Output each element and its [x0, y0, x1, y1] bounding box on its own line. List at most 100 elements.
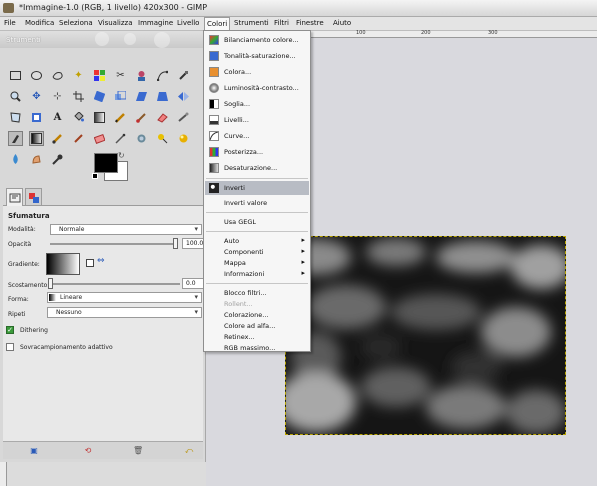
- dodge-burn-icon[interactable]: [155, 131, 170, 146]
- menu-modifica[interactable]: Modifica: [25, 19, 54, 27]
- vertical-ruler[interactable]: [0, 460, 7, 486]
- repeat-label: Ripeti: [8, 311, 26, 318]
- offset-slider-handle[interactable]: [48, 278, 53, 289]
- water-drop-icon[interactable]: [8, 152, 23, 167]
- color-balance-icon: [209, 35, 219, 45]
- eraser-icon[interactable]: [155, 110, 170, 125]
- window-titlebar: *Immagine-1.0 (RGB, 1 livello) 420x300 -…: [0, 0, 597, 17]
- perspective-clone-icon[interactable]: [92, 131, 107, 146]
- posterize-icon: [209, 147, 219, 157]
- menu-seleziona[interactable]: Seleziona: [59, 19, 93, 27]
- reset-colors-icon[interactable]: [92, 173, 98, 179]
- swap-colors-icon[interactable]: ↻: [118, 151, 125, 160]
- gradient-icon[interactable]: [92, 110, 107, 125]
- menu-item-posterize[interactable]: Posterizza...: [205, 145, 309, 159]
- menu-item-brightness-contrast[interactable]: Luminosità-contrasto...: [205, 81, 309, 95]
- mode-select[interactable]: Normale: [50, 224, 202, 235]
- menu-filtri[interactable]: Filtri: [274, 19, 289, 27]
- repeat-select[interactable]: Nessuno: [47, 307, 202, 318]
- menu-item-colorize[interactable]: Colora...: [205, 65, 309, 79]
- dock-tabs: [3, 186, 203, 206]
- menu-visualizza[interactable]: Visualizza: [98, 19, 132, 27]
- gradient-reverse-checkbox[interactable]: [86, 259, 94, 267]
- menu-immagine[interactable]: Immagine: [138, 19, 173, 27]
- clone-icon[interactable]: [50, 131, 65, 146]
- menu-item-curves[interactable]: Curve...: [205, 129, 309, 143]
- menu-livello[interactable]: Livello: [177, 19, 199, 27]
- menu-finestre[interactable]: Finestre: [296, 19, 324, 27]
- supersampling-checkbox[interactable]: [6, 343, 14, 351]
- zoom-icon[interactable]: [8, 89, 23, 104]
- airbrush-icon[interactable]: [176, 110, 191, 125]
- unified-transform-icon[interactable]: [29, 110, 44, 125]
- fuzzy-select-icon[interactable]: ✦: [71, 68, 86, 83]
- offset-value-field[interactable]: 0.0: [182, 278, 204, 289]
- flip-icon[interactable]: [176, 89, 191, 104]
- menu-strumenti[interactable]: Strumenti: [234, 19, 269, 27]
- save-options-icon[interactable]: ▣: [29, 446, 39, 456]
- plasma-clouds-image: [286, 237, 565, 434]
- perspective-icon[interactable]: [155, 89, 170, 104]
- shear-icon[interactable]: [134, 89, 149, 104]
- offset-slider-track[interactable]: [50, 283, 180, 285]
- delete-options-icon[interactable]: 🗑: [133, 446, 143, 456]
- scale-icon[interactable]: [113, 89, 128, 104]
- tab-device-status[interactable]: [25, 188, 42, 205]
- pencil-icon[interactable]: [113, 110, 128, 125]
- text-icon[interactable]: A: [50, 110, 65, 125]
- menu-aiuto[interactable]: Aiuto: [333, 19, 351, 27]
- rotate-icon[interactable]: [92, 89, 107, 104]
- move-icon[interactable]: ✥: [29, 89, 44, 104]
- tab-tool-options[interactable]: [6, 188, 23, 206]
- reset-options-icon[interactable]: ⤺: [184, 446, 194, 456]
- menu-colori[interactable]: Colori: [204, 17, 231, 31]
- linear-shape-icon: [49, 294, 56, 301]
- dithering-checkbox[interactable]: ✓: [6, 326, 14, 334]
- menu-item-use-gegl[interactable]: Usa GEGL: [205, 215, 309, 229]
- cage-icon[interactable]: [8, 110, 23, 125]
- menu-separator: [206, 212, 308, 213]
- menu-item-info[interactable]: Informazioni ▸: [205, 267, 309, 281]
- gradient-reverse-icon[interactable]: ⇔: [97, 256, 105, 266]
- paintbrush-icon[interactable]: [134, 110, 149, 125]
- menu-item-levels[interactable]: Livelli...: [205, 113, 309, 127]
- color-picker-icon[interactable]: [176, 68, 191, 83]
- menu-item-hue-saturation[interactable]: Tonalità-saturazione...: [205, 49, 309, 63]
- heal-icon[interactable]: [71, 131, 86, 146]
- menu-item-invert[interactable]: Inverti: [205, 181, 309, 195]
- menu-item-max-rgb[interactable]: RGB massimo...: [205, 341, 309, 355]
- mypaint-brush-icon[interactable]: [176, 131, 191, 146]
- align-icon[interactable]: ⊹: [50, 89, 65, 104]
- crop-icon[interactable]: [71, 89, 86, 104]
- ellipse-select-icon[interactable]: [29, 68, 44, 83]
- gradient-preview-button[interactable]: [46, 253, 80, 275]
- ink-icon[interactable]: [8, 131, 23, 146]
- shape-select[interactable]: Lineare: [47, 292, 202, 303]
- threshold-icon: [209, 99, 219, 109]
- restore-options-icon[interactable]: ⟲: [83, 446, 93, 456]
- foreground-color-swatch[interactable]: [94, 153, 118, 173]
- gradient-tool-selected-icon[interactable]: [29, 131, 44, 146]
- rect-select-icon[interactable]: [8, 68, 23, 83]
- bucket-fill-icon[interactable]: [71, 110, 86, 125]
- menu-item-threshold[interactable]: Soglia...: [205, 97, 309, 111]
- menu-item-desaturate[interactable]: Desaturazione...: [205, 161, 309, 175]
- free-select-icon[interactable]: [50, 68, 65, 83]
- opacity-slider-track[interactable]: [50, 243, 175, 245]
- foreground-select-icon[interactable]: [134, 68, 149, 83]
- menu-file[interactable]: File: [4, 19, 16, 27]
- opacity-value-field[interactable]: 100.0: [182, 238, 204, 249]
- menu-item-color-balance[interactable]: Bilanciamento colore...: [205, 33, 309, 47]
- blur-sharpen-icon[interactable]: [134, 131, 149, 146]
- scissors-select-icon[interactable]: ✂: [113, 68, 128, 83]
- paths-icon[interactable]: [155, 68, 170, 83]
- smudge-icon[interactable]: [113, 131, 128, 146]
- image-canvas[interactable]: [285, 236, 566, 435]
- colors-dropdown-menu: Bilanciamento colore... Tonalità-saturaz…: [203, 30, 311, 352]
- fg-bg-color-selector[interactable]: ↻: [92, 151, 132, 183]
- smudge-finger-icon[interactable]: [29, 152, 44, 167]
- opacity-slider-handle[interactable]: [173, 238, 178, 249]
- burn-icon[interactable]: [50, 152, 65, 167]
- color-select-icon[interactable]: [92, 68, 107, 83]
- menu-item-invert-value[interactable]: Inverti valore: [205, 196, 309, 210]
